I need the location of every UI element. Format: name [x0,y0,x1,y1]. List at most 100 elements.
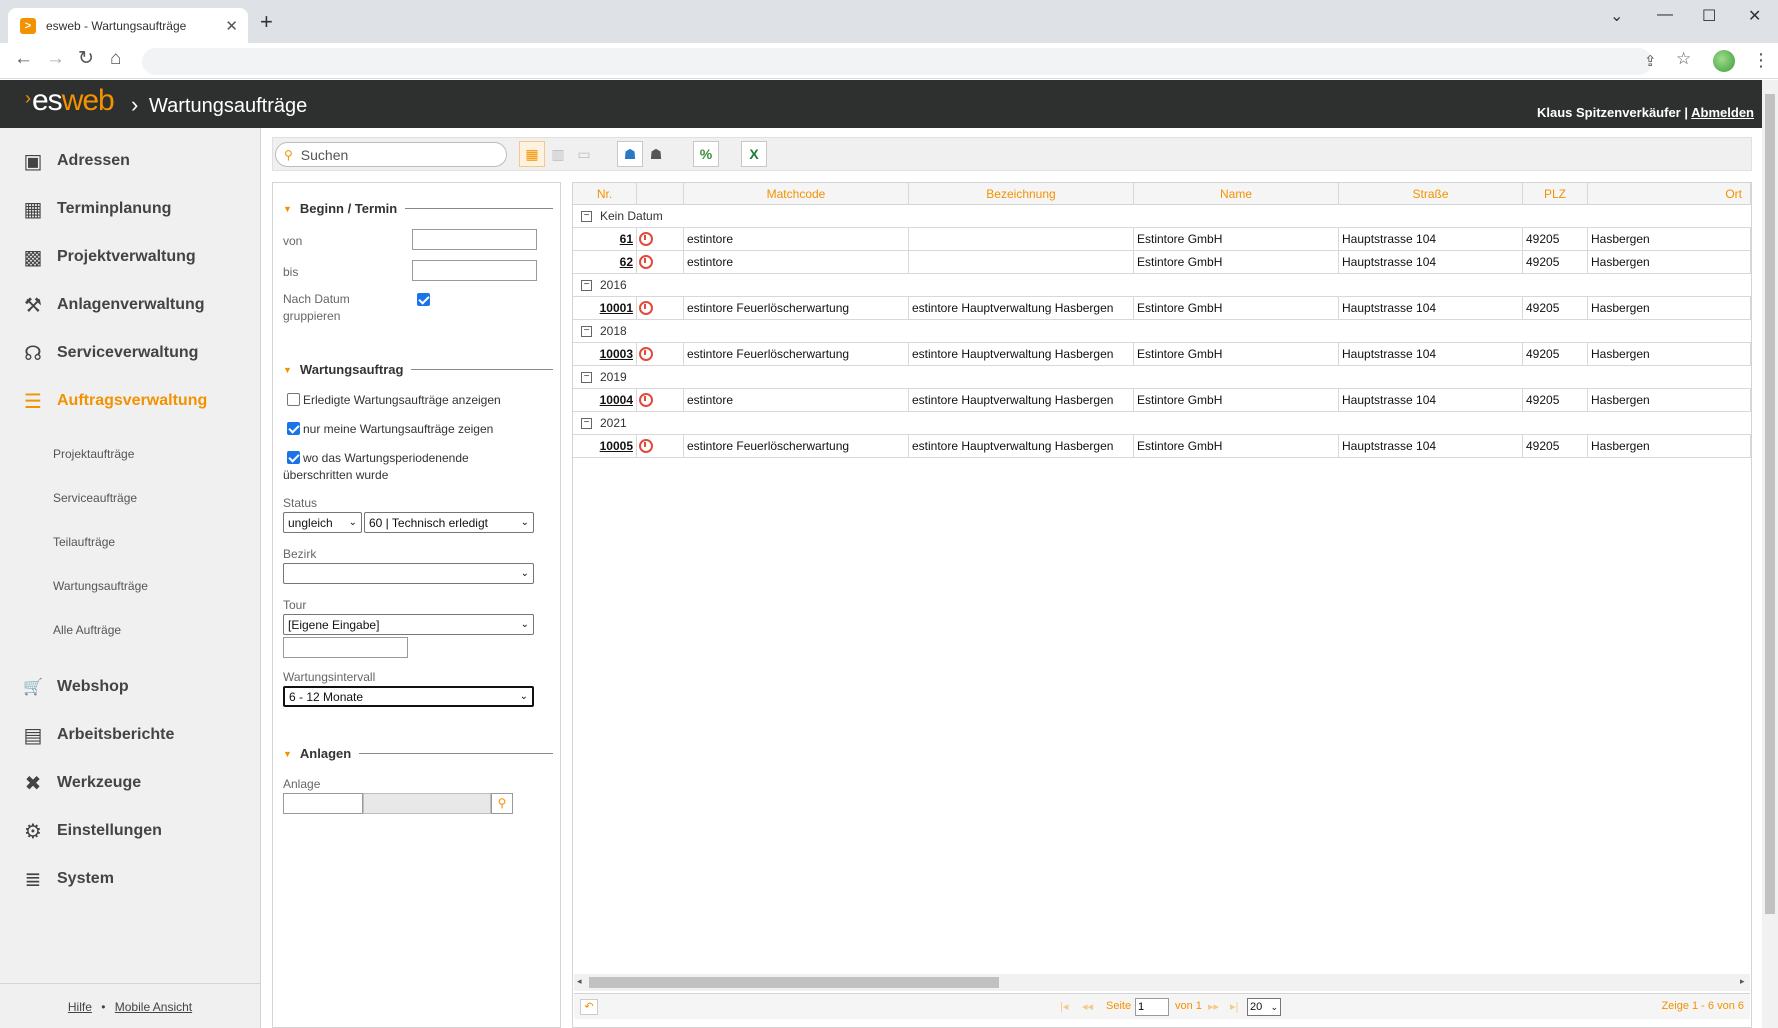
folder-view-button[interactable]: ▭ [571,141,597,167]
browser-tab[interactable]: > esweb - Wartungsaufträge ✕ [8,8,248,43]
status-clock-icon[interactable] [639,301,653,315]
excel-export-button[interactable]: X [741,141,767,167]
only-mine-checkbox[interactable] [287,422,300,435]
sidebar-subitem-serviceauftraege[interactable]: Serviceaufträge [53,491,137,505]
table-row[interactable]: 61 estintore Estintore GmbH Hauptstrasse 10… [573,228,1751,251]
sidebar-item-terminplanung[interactable]: ▦ Terminplanung [20,194,172,224]
page-vertical-scrollbar[interactable] [1762,80,1778,1028]
tour-select[interactable]: [Eigene Eingabe] ⌄ [283,614,534,635]
collapse-toggle-icon[interactable]: − [581,325,592,337]
esweb-logo[interactable]: ›esweb [25,86,115,116]
next-page-icon[interactable]: ▸▸ [1208,1000,1219,1013]
profile-avatar[interactable] [1713,50,1735,72]
sidebar-item-werkzeuge[interactable]: ✖ Werkzeuge [20,768,142,798]
sidebar-item-einstellungen[interactable]: ⚙ Einstellungen [20,816,162,846]
column-header[interactable]: Matchcode [684,183,909,205]
column-header[interactable] [637,183,684,205]
status-value-select[interactable]: 60 | Technisch erledigt ⌄ [364,512,534,533]
reload-button[interactable]: ↻ [78,49,94,68]
logout-link[interactable]: Abmelden [1691,105,1754,120]
bezirk-select[interactable]: ⌄ [283,563,534,584]
sidebar-item-serviceverwaltung[interactable]: ☊ Serviceverwaltung [20,338,198,368]
help-link[interactable]: Hilfe [68,1000,92,1014]
forward-button[interactable]: → [46,49,65,68]
minimize-button[interactable]: — [1657,6,1673,24]
table-row[interactable]: 10005 estintore Feuerlöscherwartung estint… [573,435,1751,458]
column-header[interactable]: Bezeichnung [909,183,1134,205]
sidebar-item-auftragsverwaltung[interactable]: ☰ Auftragsverwaltung [20,386,207,416]
scroll-right-icon[interactable]: ▸ [1740,976,1745,987]
order-number-link[interactable]: 10004 [573,389,637,411]
group-by-date-checkbox[interactable] [417,293,430,306]
period-exceeded-checkbox[interactable] [287,451,300,464]
detail-view-button[interactable]: ▥ [545,141,571,167]
status-clock-icon[interactable] [639,347,653,361]
undo-icon[interactable]: ↶ [580,999,598,1015]
order-number-link[interactable]: 62 [573,251,637,273]
column-header[interactable]: Ort [1588,183,1751,205]
mobile-view-link[interactable]: Mobile Ansicht [115,1000,192,1014]
anlage-code-input[interactable] [283,793,363,814]
home-button[interactable]: ⌂ [110,49,121,68]
tab-close-icon[interactable]: ✕ [225,17,238,35]
column-header[interactable]: Name [1134,183,1339,205]
status-clock-icon[interactable] [639,439,653,453]
section-anlagen[interactable]: ▼ Anlagen [283,746,553,761]
order-number-link[interactable]: 61 [573,228,637,250]
order-number-link[interactable]: 10005 [573,435,637,457]
new-tab-button[interactable]: + [260,11,273,33]
section-wartungsauftrag[interactable]: ▼ Wartungsauftrag [283,362,553,377]
last-page-icon[interactable]: ▸| [1230,1000,1238,1013]
intervall-select[interactable]: 6 - 12 Monate ⌄ [283,686,534,707]
scroll-left-icon[interactable]: ◂ [577,976,582,987]
status-clock-icon[interactable] [639,393,653,407]
sidebar-subitem-projektauftraege[interactable]: Projektaufträge [53,447,134,461]
section-beginn-termin[interactable]: ▼ Beginn / Termin [283,201,553,216]
table-row[interactable]: 10004 estintore estintore Hauptverwaltung … [573,389,1751,412]
von-date-input[interactable] [412,229,537,250]
tour-custom-input[interactable] [283,637,408,658]
collapse-toggle-icon[interactable]: − [581,210,592,222]
scroll-thumb[interactable] [589,977,999,988]
first-page-icon[interactable]: |◂ [1060,1000,1068,1013]
status-operator-select[interactable]: ungleich ⌄ [283,512,362,533]
prev-page-icon[interactable]: ◂◂ [1082,1000,1093,1013]
share-icon[interactable]: ⇪ [1644,52,1657,70]
status-clock-icon[interactable] [639,232,653,246]
maximize-button[interactable]: ☐ [1702,6,1716,26]
table-row[interactable]: 62 estintore Estintore GmbH Hauptstrasse 10… [573,251,1751,274]
tab-search-icon[interactable]: ⌄ [1610,6,1623,26]
collapse-toggle-icon[interactable]: − [581,417,592,429]
sidebar-item-adressen[interactable]: ▣ Adressen [20,146,130,176]
assign-user-button[interactable]: ☗ [617,141,643,167]
column-header[interactable]: PLZ [1523,183,1588,205]
search-input[interactable] [298,145,489,164]
back-button[interactable]: ← [14,49,33,68]
order-number-link[interactable]: 10003 [573,343,637,365]
bookmark-star-icon[interactable]: ☆ [1676,49,1691,69]
status-clock-icon[interactable] [639,255,653,269]
browser-menu-icon[interactable]: ⋮ [1752,50,1770,71]
sidebar-item-arbeitsberichte[interactable]: ▤ Arbeitsberichte [20,720,175,750]
window-close-button[interactable]: ✕ [1748,6,1761,26]
show-completed-checkbox[interactable] [287,393,300,406]
table-row[interactable]: 10003 estintore Feuerlöscherwartung estint… [573,343,1751,366]
sidebar-item-system[interactable]: ≣ System [20,864,114,894]
sidebar-subitem-teilauftraege[interactable]: Teilaufträge [53,535,115,549]
horizontal-scrollbar[interactable]: ◂ ▸ [574,974,1750,991]
bis-date-input[interactable] [412,260,537,281]
column-header[interactable]: Straße [1339,183,1523,205]
unassign-user-button[interactable]: ☗ [643,141,669,167]
percent-tool-button[interactable]: % [693,141,719,167]
column-header[interactable]: Nr. [573,183,637,205]
sidebar-subitem-wartungsauftraege[interactable]: Wartungsaufträge [53,579,148,593]
collapse-toggle-icon[interactable]: − [581,371,592,383]
collapse-toggle-icon[interactable]: − [581,279,592,291]
page-size-select[interactable]: 20 ⌄ [1247,998,1281,1016]
sidebar-item-webshop[interactable]: 🛒 Webshop [20,672,129,702]
table-row[interactable]: 10001 estintore Feuerlöscherwartung estint… [573,297,1751,320]
address-bar[interactable] [142,48,1652,75]
page-number-input[interactable] [1135,998,1169,1016]
sidebar-subitem-alle-auftraege[interactable]: Alle Aufträge [53,623,121,637]
anlage-search-icon[interactable]: ⚲ [491,793,513,814]
